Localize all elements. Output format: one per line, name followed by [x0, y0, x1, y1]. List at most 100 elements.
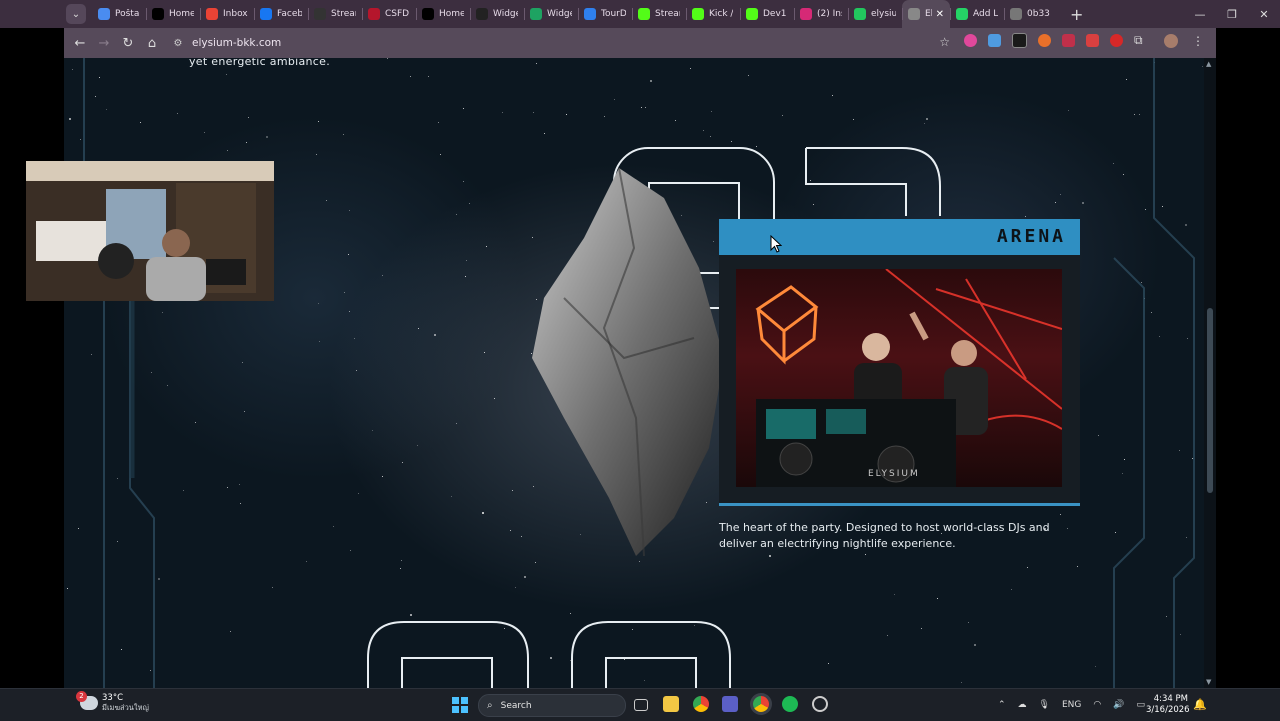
extension-icon[interactable]	[1038, 34, 1051, 47]
weather-condition: มีเมฆส่วนใหญ่	[102, 703, 149, 712]
language-indicator[interactable]: ENG	[1062, 700, 1081, 710]
tab-14[interactable]: elysiu	[848, 0, 902, 28]
search-icon: ⌕	[487, 700, 493, 711]
scrollbar-thumb[interactable]	[1207, 308, 1213, 493]
tab-label: Widge	[547, 9, 572, 19]
tab-search-button[interactable]: ⌄	[66, 4, 86, 24]
reload-button[interactable]: ↻	[116, 31, 140, 55]
close-window-button[interactable]: ✕	[1248, 0, 1280, 28]
outline-shape-decoration	[367, 621, 731, 688]
intro-text: yet energetic ambiance.	[189, 58, 331, 68]
right-margin	[1216, 28, 1280, 688]
asteroid-image	[532, 167, 724, 557]
tab-15[interactable]: El ✕	[902, 0, 950, 28]
back-button[interactable]: ←	[68, 31, 92, 55]
tab-2[interactable]: Inbox	[200, 0, 254, 28]
onedrive-icon[interactable]: ☁	[1018, 700, 1027, 710]
battery-icon[interactable]: ▭	[1136, 700, 1145, 710]
taskbar-search[interactable]: ⌕ Search	[478, 694, 626, 717]
address-bar[interactable]: ⚙ elysium-bkk.com ☆	[168, 31, 950, 55]
extension-icon[interactable]	[988, 34, 1001, 47]
tab-10[interactable]: Stream	[632, 0, 686, 28]
tab-11[interactable]: Kick /	[686, 0, 740, 28]
url-text[interactable]: elysium-bkk.com	[192, 37, 281, 49]
arena-photo: ELYSIUM	[736, 269, 1062, 487]
tab-6[interactable]: Home	[416, 0, 470, 28]
spotify-icon[interactable]	[782, 696, 798, 712]
kick-icon	[692, 8, 704, 20]
arena-title: ARENA	[996, 226, 1066, 247]
tab-1[interactable]: Home	[146, 0, 200, 28]
toolbar: ← → ↻ ⌂ ⚙ elysium-bkk.com ☆ ⧉ ⋮	[64, 28, 1216, 58]
new-tab-button[interactable]: +	[1070, 5, 1083, 24]
tab-label: elysiu	[871, 9, 896, 19]
tab-strip: ⌄ Pošta Home Inbox Faceb Stream ČSFD Home Widge…	[0, 0, 1280, 28]
tab-label: 0b33	[1027, 9, 1050, 19]
puzzle-icon[interactable]: ⧉	[1134, 34, 1147, 47]
start-button[interactable]	[452, 697, 468, 713]
tab-label: Inbox	[223, 9, 248, 19]
mail-icon	[98, 8, 110, 20]
sheets-icon	[530, 8, 542, 20]
task-view-icon[interactable]	[634, 699, 648, 711]
tab-9[interactable]: TourD	[578, 0, 632, 28]
tab-3[interactable]: Faceb	[254, 0, 308, 28]
tab-8[interactable]: Widge	[524, 0, 578, 28]
instagram-icon	[800, 8, 812, 20]
tab-label: Add L	[973, 9, 998, 19]
chrome-icon[interactable]	[693, 696, 709, 712]
forward-button[interactable]: →	[92, 31, 116, 55]
extension-icon[interactable]	[1110, 34, 1123, 47]
extension-icon[interactable]	[1086, 34, 1099, 47]
volume-icon[interactable]: 🔊	[1113, 700, 1124, 710]
tab-4[interactable]: Stream	[308, 0, 362, 28]
tab-16[interactable]: Add L	[950, 0, 1004, 28]
weather-badge: 2	[76, 691, 87, 702]
tab-5[interactable]: ČSFD	[362, 0, 416, 28]
clock[interactable]: 4:34 PM 3/16/2026	[1146, 694, 1190, 716]
teams-icon[interactable]	[722, 696, 738, 712]
tab-label: Home	[169, 9, 194, 19]
extension-icon[interactable]	[1012, 33, 1027, 48]
facebook-icon	[260, 8, 272, 20]
notification-bell-icon[interactable]: 🔔	[1193, 698, 1207, 711]
tab-label: Stream	[655, 9, 680, 19]
tab-0[interactable]: Pošta	[92, 0, 146, 28]
extension-icon[interactable]	[964, 34, 977, 47]
tab-label: El	[925, 9, 932, 19]
arena-card[interactable]: ARENA ELYSIUM	[719, 219, 1080, 506]
tab-12[interactable]: Dev1	[740, 0, 794, 28]
tab-label: Faceb	[277, 9, 302, 19]
tab-13[interactable]: (2) Ins	[794, 0, 848, 28]
avatar[interactable]	[1164, 33, 1178, 48]
system-tray: ⌃ ☁ 🎙 ENG ◠ 🔊 ▭	[998, 689, 1157, 721]
maximize-button[interactable]: ❐	[1216, 0, 1248, 28]
scroll-down-arrow-icon[interactable]: ▼	[1206, 678, 1211, 686]
minimize-button[interactable]: —	[1184, 0, 1216, 28]
chrome-active-icon[interactable]	[753, 696, 769, 712]
weather-widget[interactable]: 2 33°C มีเมฆส่วนใหญ่	[76, 691, 149, 713]
app-icon[interactable]	[812, 696, 828, 712]
tab-label: Stream	[331, 9, 356, 19]
chevron-up-icon[interactable]: ⌃	[998, 700, 1006, 710]
close-tab-icon[interactable]: ✕	[936, 9, 944, 20]
microphone-icon[interactable]: 🎙	[1039, 700, 1050, 710]
x-icon	[152, 8, 164, 20]
extension-icon[interactable]	[1062, 34, 1075, 47]
file-explorer-icon[interactable]	[663, 696, 679, 712]
kebab-menu-icon[interactable]: ⋮	[1192, 34, 1204, 48]
page-scrollbar[interactable]: ▲ ▼	[1204, 58, 1216, 688]
wifi-icon[interactable]: ◠	[1093, 700, 1101, 710]
tab-7[interactable]: Widge	[470, 0, 524, 28]
bookmark-star-icon[interactable]: ☆	[939, 35, 950, 49]
gmail-icon	[206, 8, 218, 20]
kick-icon	[638, 8, 650, 20]
weather-temp: 33°C	[102, 693, 124, 703]
tab-17[interactable]: 0b33	[1004, 0, 1058, 28]
home-button[interactable]: ⌂	[140, 31, 164, 55]
cloud-icon: 2	[76, 691, 98, 710]
scroll-up-arrow-icon[interactable]: ▲	[1206, 60, 1211, 68]
site-info-icon[interactable]: ⚙	[168, 38, 188, 49]
globe-icon	[1010, 8, 1022, 20]
tab-label: Dev1	[763, 9, 787, 19]
